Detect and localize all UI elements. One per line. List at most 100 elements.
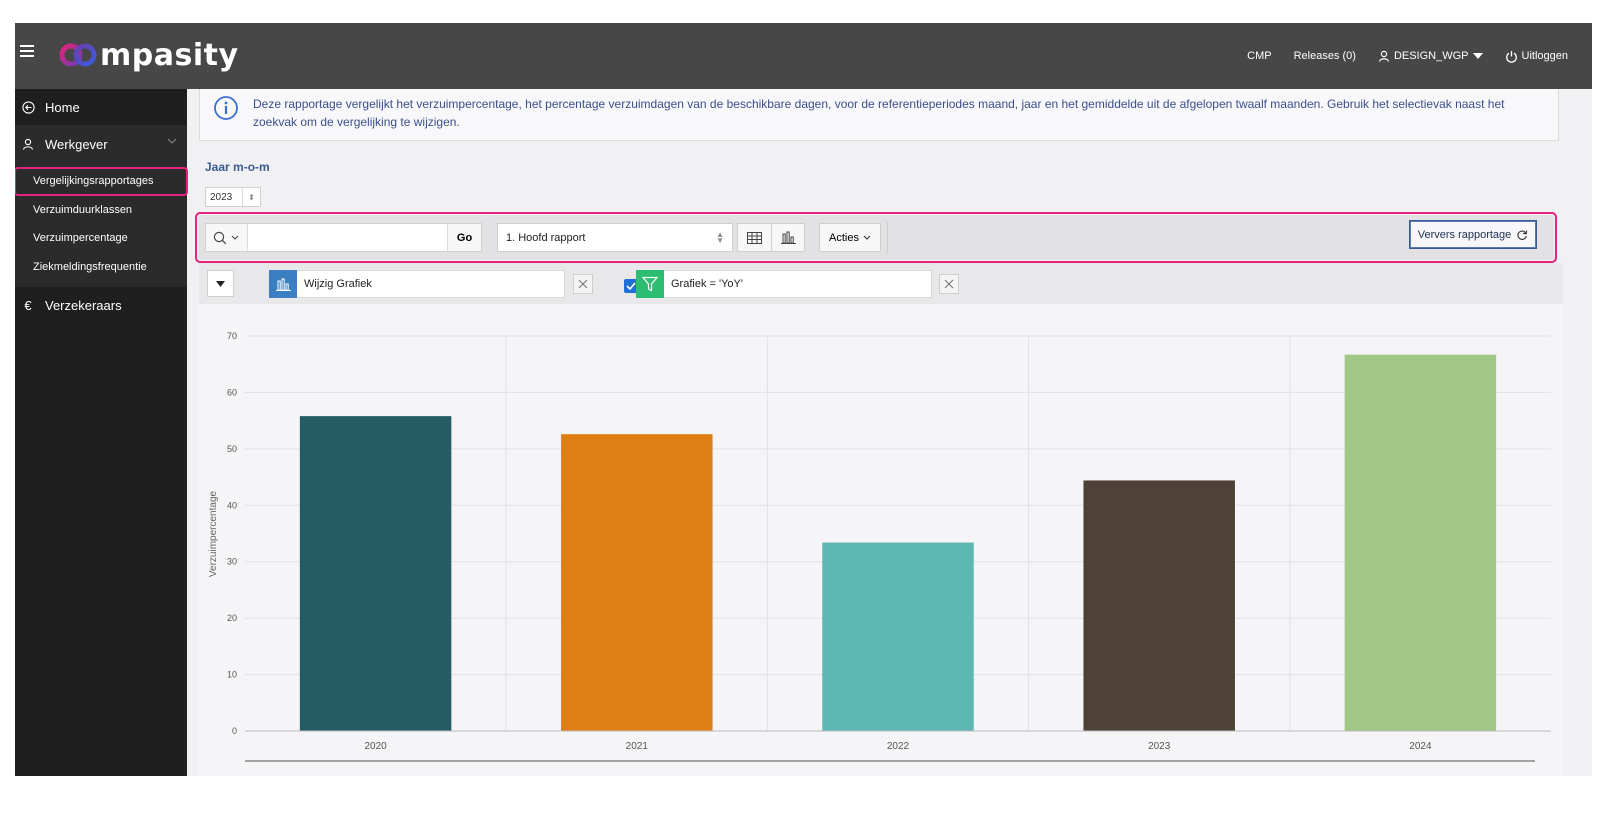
close-icon bbox=[578, 279, 588, 289]
chart-chip-label: Wijzig Grafiek bbox=[304, 278, 372, 290]
x-tick-label: 2020 bbox=[364, 741, 387, 752]
top-bar: mpasity CMP Releases (0) DESIGN_WGP Uitl… bbox=[15, 23, 1592, 89]
bar-2023 bbox=[1083, 480, 1235, 731]
y-tick-label: 0 bbox=[232, 726, 237, 736]
acties-label: Acties bbox=[829, 231, 859, 244]
refresh-label: Ververs rapportage bbox=[1417, 228, 1512, 241]
table-icon bbox=[747, 231, 762, 244]
search-input[interactable] bbox=[247, 224, 448, 251]
report-title: Jaar m-o-m bbox=[205, 160, 270, 174]
y-tick-label: 10 bbox=[227, 670, 237, 680]
sidebar-item-home[interactable]: Home bbox=[15, 89, 187, 125]
close-icon bbox=[944, 279, 954, 289]
chevron-down-icon bbox=[167, 138, 177, 144]
report-select[interactable]: 1. Hoofd rapport ▲ ▼ bbox=[497, 223, 733, 252]
arrow-left-circle-icon bbox=[21, 100, 35, 114]
user-name: DESIGN_WGP bbox=[1393, 50, 1469, 62]
filter-chip[interactable]: Grafiek = 'YoY' bbox=[636, 270, 932, 298]
chevron-down-icon bbox=[863, 235, 871, 240]
info-icon bbox=[214, 96, 238, 120]
main-content: Deze rapportage vergelijkt het verzuimpe… bbox=[187, 89, 1592, 776]
info-box: Deze rapportage vergelijkt het verzuimpe… bbox=[199, 89, 1559, 141]
bar-2022 bbox=[822, 542, 974, 731]
sidebar-subitem-label: Vergelijkingsrapportages bbox=[33, 175, 154, 188]
logout-label: Uitloggen bbox=[1521, 50, 1568, 62]
go-button[interactable]: Go bbox=[447, 224, 481, 251]
logo-rings-icon bbox=[59, 43, 97, 67]
nav-cmp[interactable]: CMP bbox=[1247, 50, 1271, 62]
sidebar-item-werkgever-label: Werkgever bbox=[45, 136, 108, 152]
collapse-filters-button[interactable] bbox=[207, 270, 234, 297]
year-select-value: 2023 bbox=[210, 191, 233, 203]
x-tick-label: 2023 bbox=[1148, 741, 1171, 752]
sidebar-item-verzuimpercentage[interactable]: Verzuimpercentage bbox=[15, 224, 187, 253]
power-icon bbox=[1505, 50, 1517, 63]
brand-text: mpasity bbox=[100, 37, 239, 73]
chevron-down-icon bbox=[232, 235, 239, 240]
caret-down-icon bbox=[1472, 53, 1483, 59]
table-view-button[interactable] bbox=[738, 224, 771, 251]
nav-releases-label: Releases (0) bbox=[1293, 50, 1356, 62]
filter-chip-label: Grafiek = 'YoY' bbox=[671, 278, 743, 290]
sidebar-subitem-label: Verzuimpercentage bbox=[33, 232, 128, 245]
sidebar-item-werkgever[interactable]: Werkgever bbox=[15, 125, 187, 163]
nav-cmp-label: CMP bbox=[1247, 50, 1272, 62]
bar-2024 bbox=[1344, 354, 1497, 731]
sidebar-subitem-label: Verzuimduurklassen bbox=[33, 203, 133, 216]
y-tick-label: 50 bbox=[227, 444, 237, 454]
caret-down-icon bbox=[216, 280, 225, 287]
bar-2021 bbox=[561, 434, 713, 731]
top-nav: CMP Releases (0) DESIGN_WGP Uitloggen bbox=[1247, 23, 1592, 89]
sidebar-item-verzekeraars[interactable]: € Verzekeraars bbox=[15, 287, 187, 323]
y-tick-label: 40 bbox=[227, 500, 237, 510]
search-group: Go bbox=[205, 223, 482, 252]
search-column-button[interactable] bbox=[206, 224, 248, 251]
y-tick-label: 60 bbox=[227, 387, 237, 397]
report-toolbar: Go 1. Hoofd rapport ▲ ▼ Acties Ververs r… bbox=[198, 215, 1554, 260]
bar-chart-icon bbox=[269, 270, 297, 298]
bar-chart-icon bbox=[780, 231, 796, 244]
sidebar-item-verzuimduurklassen[interactable]: Verzuimduurklassen bbox=[15, 196, 187, 225]
view-toggle bbox=[737, 223, 805, 252]
x-tick-label: 2024 bbox=[1409, 741, 1432, 752]
x-tick-label: 2021 bbox=[626, 741, 649, 752]
menu-icon[interactable] bbox=[20, 45, 34, 61]
remove-filter-chip-button[interactable] bbox=[939, 274, 959, 294]
logout-button[interactable]: Uitloggen bbox=[1505, 50, 1568, 63]
euro-icon: € bbox=[24, 297, 32, 313]
sidebar-item-home-label: Home bbox=[45, 99, 80, 115]
logo[interactable]: mpasity bbox=[57, 35, 239, 75]
app-window: mpasity CMP Releases (0) DESIGN_WGP Uitl… bbox=[15, 23, 1592, 776]
toolbar-divider bbox=[887, 221, 888, 254]
user-icon bbox=[1378, 50, 1390, 62]
bar-chart: 0 10 20 30 40 50 60 70 2020 2021 2022 2023 2024 Verzu… bbox=[208, 331, 1551, 762]
refresh-report-button[interactable]: Ververs rapportage bbox=[1409, 220, 1537, 249]
remove-chart-chip-button[interactable] bbox=[573, 274, 593, 294]
sidebar: Home Werkgever Vergelijkingsrapportages … bbox=[15, 89, 188, 776]
y-tick-label: 70 bbox=[227, 331, 237, 341]
info-text: Deze rapportage vergelijkt het verzuimpe… bbox=[253, 97, 1505, 129]
checkmark-icon bbox=[626, 282, 636, 290]
y-axis-title: Verzuimpercentage bbox=[208, 490, 219, 577]
sidebar-item-ziekmeldingsfrequentie[interactable]: Ziekmeldingsfrequentie bbox=[15, 253, 187, 282]
chart-settings-chip[interactable]: Wijzig Grafiek bbox=[269, 270, 565, 298]
user-icon bbox=[21, 137, 35, 151]
sidebar-subgroup-werkgever: Vergelijkingsrapportages Verzuimduurklas… bbox=[15, 163, 188, 287]
sidebar-subitem-label: Ziekmeldingsfrequentie bbox=[33, 260, 147, 273]
refresh-icon bbox=[1517, 229, 1528, 240]
acties-button[interactable]: Acties bbox=[819, 223, 881, 252]
year-select[interactable]: 2023 ⬍ bbox=[205, 187, 261, 207]
spinner-icon: ⬍ bbox=[242, 188, 260, 206]
nav-releases[interactable]: Releases (0) bbox=[1294, 50, 1356, 62]
y-tick-label: 30 bbox=[227, 557, 237, 567]
select-arrows-icon: ▲ ▼ bbox=[716, 230, 724, 245]
y-tick-label: 20 bbox=[227, 613, 237, 623]
filter-icon bbox=[636, 270, 664, 298]
sidebar-item-verzekeraars-label: Verzekeraars bbox=[45, 297, 122, 313]
chart-area: 0 10 20 30 40 50 60 70 2020 2021 2022 2023 2024 Verzu… bbox=[199, 304, 1563, 776]
sidebar-item-vergelijkingsrapportages[interactable]: Vergelijkingsrapportages bbox=[15, 167, 188, 196]
user-menu[interactable]: DESIGN_WGP bbox=[1378, 50, 1483, 62]
chart-view-button[interactable] bbox=[771, 224, 804, 251]
x-tick-label: 2022 bbox=[887, 741, 910, 752]
search-icon bbox=[214, 231, 227, 244]
